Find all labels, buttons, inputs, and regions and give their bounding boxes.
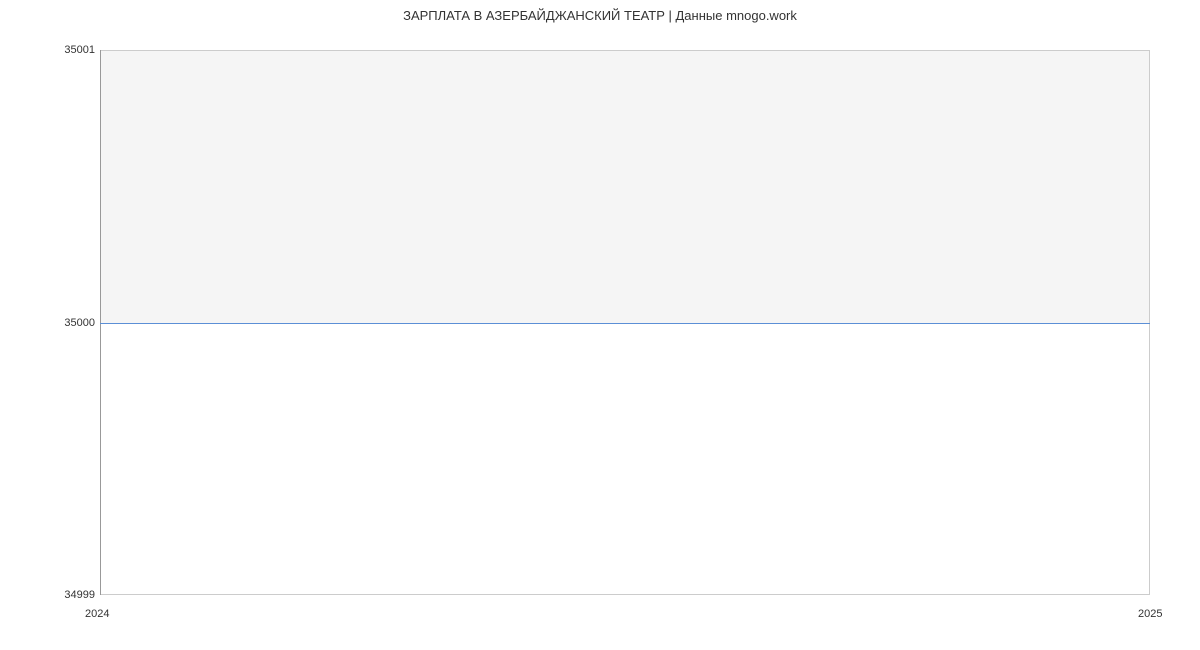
y-tick-label: 35001 (64, 44, 95, 56)
x-tick-label: 2025 (1138, 608, 1162, 620)
chart-title: ЗАРПЛАТА В АЗЕРБАЙДЖАНСКИЙ ТЕАТР | Данны… (0, 8, 1200, 23)
plot-upper-background (100, 50, 1150, 323)
plot-lower-background (100, 323, 1150, 596)
y-tick-label: 35000 (64, 317, 95, 329)
y-tick-label: 34999 (64, 589, 95, 601)
x-tick-label: 2024 (85, 608, 109, 620)
data-series-line (100, 323, 1150, 325)
